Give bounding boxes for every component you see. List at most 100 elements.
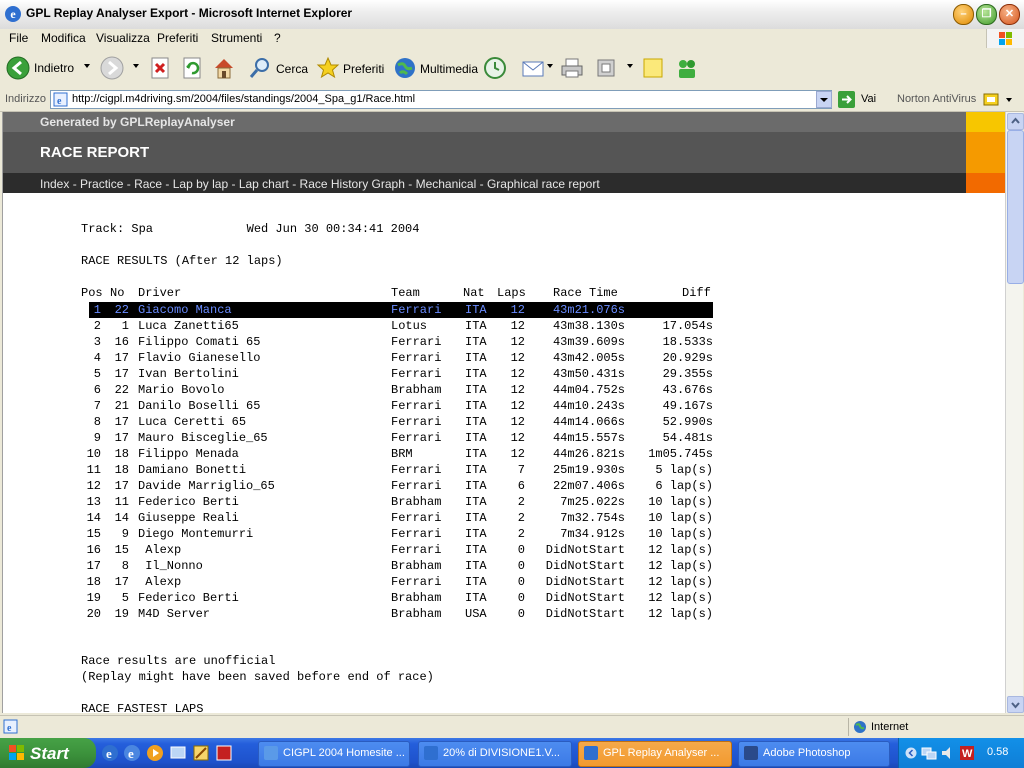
cell-nat: ITA: [465, 415, 487, 429]
menu-help[interactable]: ?: [274, 31, 281, 45]
nav-link-race-history-graph[interactable]: Race History Graph: [300, 177, 405, 191]
cell-no: 15: [114, 543, 129, 557]
scroll-down-button[interactable]: [1007, 696, 1024, 713]
tray-app-icon[interactable]: W: [959, 745, 975, 761]
cell-nat: ITA: [465, 511, 487, 525]
cell-pos: 4: [93, 351, 101, 365]
edit-icon[interactable]: [594, 56, 618, 80]
task-cigpl[interactable]: CIGPL 2004 Homesite ...: [258, 741, 410, 767]
task-photoshop[interactable]: Adobe Photoshop: [738, 741, 890, 767]
cell-diff: 12 lap(s): [648, 575, 713, 589]
cell-driver: Damiano Bonetti: [138, 463, 247, 477]
forward-dropdown-icon[interactable]: [133, 64, 139, 68]
cell-team: Lotus: [391, 319, 428, 333]
quicklaunch-desktop-icon[interactable]: [169, 744, 187, 762]
tray-volume-icon[interactable]: [940, 745, 956, 761]
cell-no: 17: [114, 415, 129, 429]
nav-link-lap-chart[interactable]: Lap chart: [239, 177, 289, 191]
print-icon[interactable]: [560, 56, 584, 80]
refresh-icon[interactable]: [181, 56, 205, 80]
norton-icon[interactable]: [983, 91, 999, 107]
search-label[interactable]: Cerca: [276, 62, 308, 76]
nav-link-race[interactable]: Race: [134, 177, 162, 191]
task-gpl-replay[interactable]: GPL Replay Analyser ...: [578, 741, 732, 767]
cell-no: 19: [114, 607, 129, 621]
nav-link-graphical-race-report[interactable]: Graphical race report: [487, 177, 600, 191]
cell-team: Brabham: [391, 495, 442, 509]
menu-visualizza[interactable]: Visualizza: [96, 31, 150, 45]
cell-time: 44m15.557s: [552, 431, 625, 445]
scroll-thumb[interactable]: [1007, 130, 1024, 284]
nav-link-mechanical[interactable]: Mechanical: [416, 177, 477, 191]
go-button[interactable]: Vai: [861, 93, 876, 105]
cell-no: 17: [114, 351, 129, 365]
cell-no: 18: [114, 463, 129, 477]
back-button[interactable]: Indietro: [6, 56, 75, 80]
menu-file[interactable]: File: [9, 31, 28, 45]
mail-icon[interactable]: [521, 56, 545, 80]
norton-antivirus-label[interactable]: Norton AntiVirus: [897, 93, 976, 105]
cell-team: Ferrari: [391, 351, 442, 365]
minimize-button[interactable]: –: [953, 4, 974, 25]
quicklaunch-app-icon[interactable]: [215, 744, 233, 762]
cell-team: Ferrari: [391, 303, 442, 317]
norton-dropdown-icon[interactable]: [1006, 98, 1012, 102]
forward-arrow-icon[interactable]: [100, 56, 124, 80]
home-icon[interactable]: [212, 56, 236, 80]
table-row: 11 18 Damiano Bonetti Ferrari ITA 7 25m19.930s…: [81, 462, 715, 478]
cell-nat: ITA: [465, 543, 487, 557]
cell-pos: 18: [86, 575, 101, 589]
address-dropdown-button[interactable]: [816, 91, 832, 108]
table-row: 9 17 Mauro Bisceglie_65 Ferrari ITA 12 44m15.5…: [81, 430, 715, 446]
cell-diff: 54.481s: [662, 431, 713, 445]
favorites-star-icon[interactable]: [316, 56, 340, 80]
start-button[interactable]: Start: [0, 738, 96, 768]
messenger-icon[interactable]: [675, 56, 699, 80]
task-divisione[interactable]: 20% di DIVISIONE1.V...: [418, 741, 572, 767]
scroll-up-button[interactable]: [1007, 113, 1024, 130]
mail-dropdown-icon[interactable]: [547, 64, 553, 68]
history-icon[interactable]: [483, 56, 507, 80]
windows-logo-icon: [986, 29, 1024, 48]
quicklaunch-pencil-icon[interactable]: [192, 744, 210, 762]
vertical-scrollbar[interactable]: [1005, 112, 1024, 713]
cell-time: 44m04.752s: [552, 383, 625, 397]
media-globe-icon[interactable]: [393, 56, 417, 80]
back-dropdown-icon[interactable]: [84, 64, 90, 68]
nav-link-index[interactable]: Index: [40, 177, 69, 191]
accent-swatch-red: [966, 173, 1006, 193]
go-arrow-icon[interactable]: [838, 91, 855, 108]
quicklaunch-ie-icon[interactable]: e: [101, 744, 119, 762]
windows-flag-icon: [9, 745, 24, 760]
cell-laps: 0: [517, 559, 525, 573]
back-label: Indietro: [34, 61, 75, 75]
system-tray: W 0.58: [898, 738, 1024, 768]
cell-team: BRM: [391, 447, 413, 461]
menu-preferiti[interactable]: Preferiti: [157, 31, 198, 45]
cell-time: DidNotStart: [545, 559, 625, 573]
cell-pos: 14: [86, 511, 101, 525]
tray-arrow-icon[interactable]: [905, 747, 917, 759]
table-row: 12 17 Davide Marriglio_65 Ferrari ITA 6 22m07.…: [81, 478, 715, 494]
cell-driver: Filippo Menada: [138, 447, 239, 461]
stop-icon[interactable]: [149, 56, 173, 80]
cell-diff: 12 lap(s): [648, 607, 713, 621]
nav-link-lap-by-lap[interactable]: Lap by lap: [173, 177, 228, 191]
maximize-button[interactable]: ❐: [976, 4, 997, 25]
favorites-label[interactable]: Preferiti: [343, 62, 384, 76]
nav-link-practice[interactable]: Practice: [80, 177, 123, 191]
note-icon[interactable]: [641, 56, 665, 80]
tray-network-icon[interactable]: [921, 745, 937, 761]
menu-modifica[interactable]: Modifica: [41, 31, 86, 45]
search-icon[interactable]: [248, 56, 272, 80]
media-label[interactable]: Multimedia: [420, 62, 478, 76]
close-button[interactable]: ✕: [999, 4, 1020, 25]
edit-dropdown-icon[interactable]: [627, 64, 633, 68]
cell-pos: 6: [93, 383, 101, 397]
table-row: 18 17 Alexp Ferrari ITA 0 DidNotStart 12 lap(s…: [81, 574, 715, 590]
cell-diff: 12 lap(s): [648, 543, 713, 557]
quicklaunch-ie2-icon[interactable]: e: [123, 744, 141, 762]
menu-strumenti[interactable]: Strumenti: [211, 31, 262, 45]
cell-nat: ITA: [465, 591, 487, 605]
quicklaunch-media-icon[interactable]: [146, 744, 164, 762]
